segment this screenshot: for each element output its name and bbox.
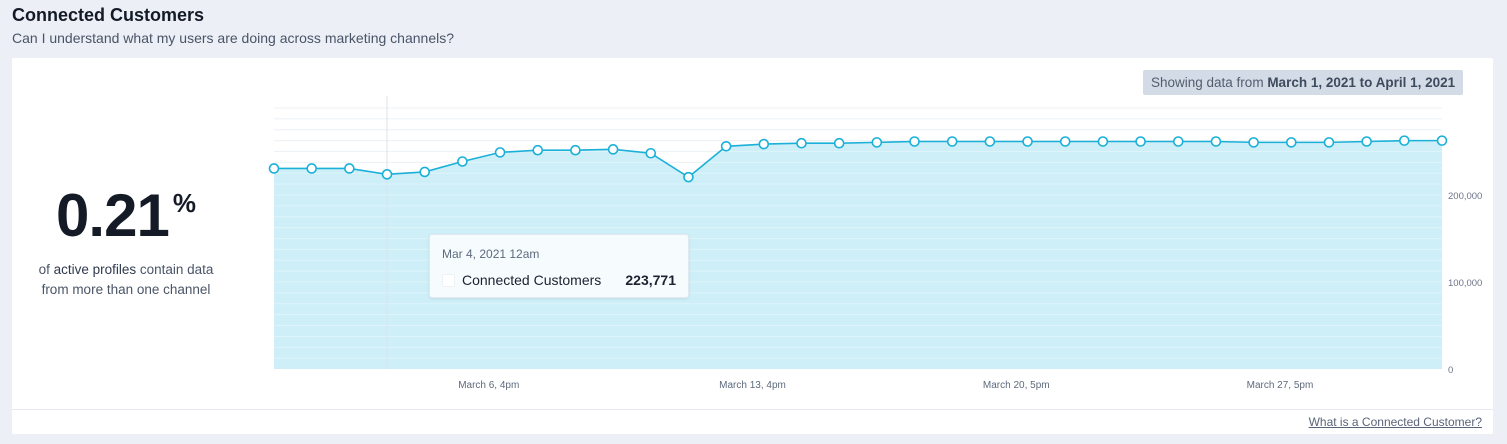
data-point xyxy=(1436,135,1448,146)
x-tick-label: March 13, 4pm xyxy=(719,380,786,391)
data-point xyxy=(1323,137,1335,148)
data-point xyxy=(306,163,317,174)
data-point xyxy=(946,136,958,147)
x-tick-label: March 6, 4pm xyxy=(458,380,519,391)
data-point xyxy=(833,137,845,149)
data-point xyxy=(1172,136,1184,147)
tooltip-series-name: Connected Customers xyxy=(462,272,602,288)
y-tick-label: 100,000 xyxy=(1448,278,1482,289)
data-point xyxy=(796,137,807,149)
y-tick-label: 200,000 xyxy=(1448,191,1482,202)
data-point xyxy=(344,163,355,174)
data-point xyxy=(1097,136,1109,147)
data-point xyxy=(909,136,920,147)
page-title: Connected Customers xyxy=(12,5,205,25)
data-point xyxy=(1022,136,1033,147)
data-point xyxy=(1210,136,1222,147)
tooltip-value: 223,771 xyxy=(625,272,676,288)
data-point xyxy=(1059,136,1071,147)
tooltip-date: Mar 4, 2021 12am xyxy=(442,247,540,261)
data-point xyxy=(381,169,393,180)
chart-tooltip: Mar 4, 2021 12am Connected Customers 223… xyxy=(429,234,689,298)
data-point xyxy=(607,144,619,155)
page-subtitle: Can I understand what my users are doing… xyxy=(12,30,455,46)
tooltip-swatch xyxy=(442,274,455,287)
data-point xyxy=(645,147,657,159)
data-point xyxy=(871,137,883,148)
y-tick-label: 0 xyxy=(1448,365,1453,376)
data-point xyxy=(268,163,280,174)
connected-customer-help-link[interactable]: What is a Connected Customer? xyxy=(1309,415,1482,429)
data-point xyxy=(984,136,996,147)
x-tick-label: March 27, 5pm xyxy=(1247,380,1314,391)
data-point xyxy=(1285,137,1297,148)
data-point xyxy=(1361,136,1372,147)
area-chart: 0 100,000 200,000 March 6, 4pm March 13, 4pm… xyxy=(268,96,1482,391)
data-point xyxy=(419,166,431,178)
chart-card: Showing data from March 1, 2021 to April… xyxy=(12,58,1493,434)
data-point xyxy=(758,138,770,150)
data-point xyxy=(1248,137,1259,148)
data-point xyxy=(494,147,506,158)
data-point xyxy=(683,171,694,183)
data-point xyxy=(457,156,468,167)
data-point xyxy=(1135,136,1146,147)
x-tick-label: March 20, 5pm xyxy=(983,380,1050,391)
data-point xyxy=(532,144,544,156)
data-point xyxy=(1399,135,1410,146)
card-divider xyxy=(12,409,1493,410)
data-point xyxy=(720,140,732,152)
data-point xyxy=(570,144,581,156)
